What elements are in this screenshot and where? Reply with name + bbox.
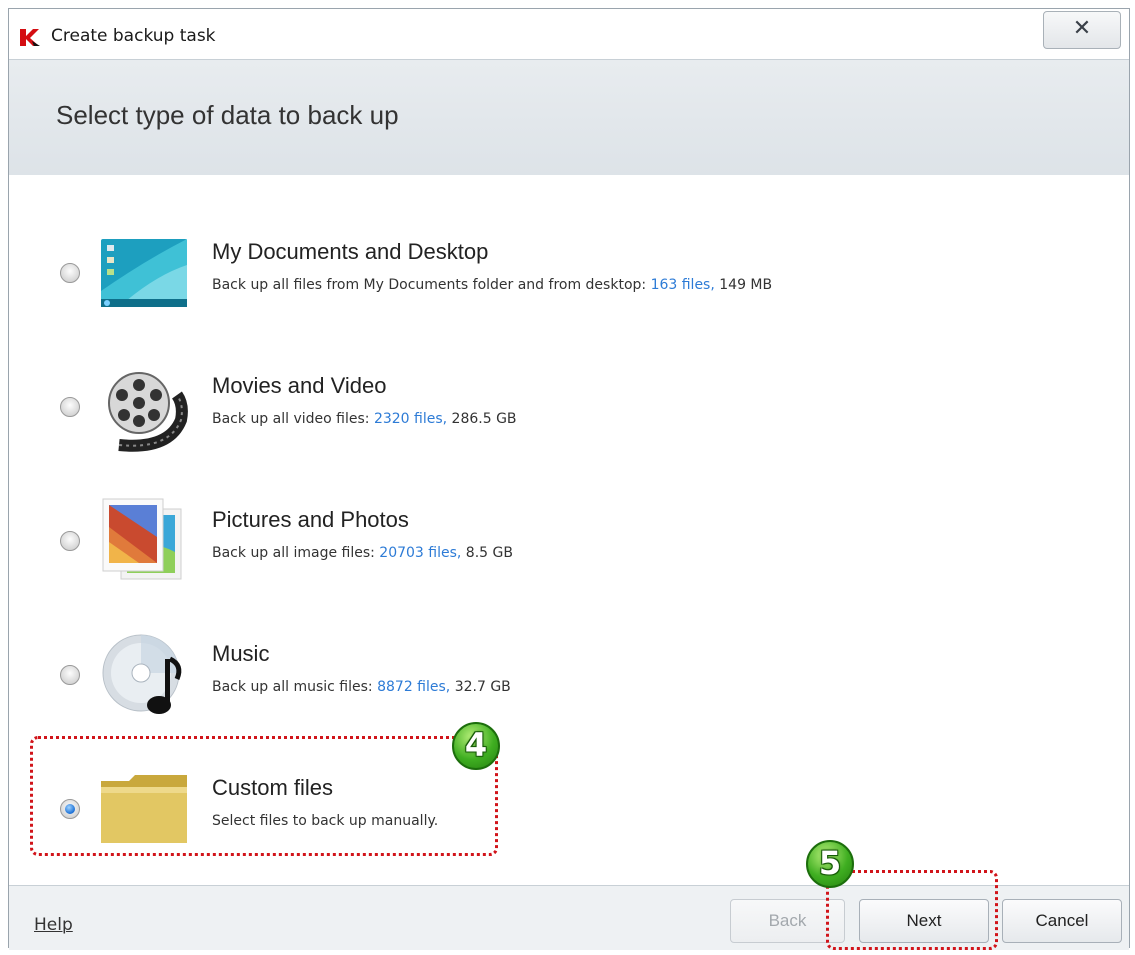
files-count-link[interactable]: 2320 files, — [374, 411, 447, 427]
window-title: Create backup task — [51, 26, 216, 46]
help-link[interactable]: Help — [34, 915, 73, 935]
option-description: Back up all files from My Documents fold… — [212, 277, 772, 293]
music-cd-icon — [102, 634, 182, 714]
option-title: Movies and Video — [212, 373, 387, 398]
radio-music[interactable] — [60, 665, 80, 685]
kaspersky-logo-icon — [20, 29, 40, 46]
option-title: Music — [212, 641, 270, 666]
option-music[interactable]: Music Back up all music files: 8872 file… — [9, 619, 1129, 739]
film-reel-icon — [108, 372, 188, 452]
option-my-documents[interactable]: My Documents and Desktop Back up all fil… — [9, 217, 1129, 337]
close-button[interactable]: ✕ — [1043, 11, 1121, 49]
radio-movies[interactable] — [60, 397, 80, 417]
option-movies[interactable]: Movies and Video Back up all video files… — [9, 351, 1129, 471]
option-title: Pictures and Photos — [212, 507, 409, 532]
size-text: 32.7 GB — [450, 679, 511, 695]
radio-my-documents[interactable] — [60, 263, 80, 283]
files-count-link[interactable]: 20703 files, — [379, 545, 461, 561]
size-text: 8.5 GB — [461, 545, 513, 561]
description-text: Back up all files from My Documents fold… — [212, 277, 651, 293]
size-text: 286.5 GB — [447, 411, 517, 427]
option-pictures[interactable]: Pictures and Photos Back up all image fi… — [9, 485, 1129, 605]
size-text: 149 MB — [714, 277, 773, 293]
option-description: Back up all video files: 2320 files, 286… — [212, 411, 517, 427]
title-bar: Create backup task ✕ — [9, 9, 1129, 59]
step5-badge: 5 — [806, 840, 854, 888]
cancel-button[interactable]: Cancel — [1002, 899, 1122, 943]
page-title: Select type of data to back up — [56, 100, 399, 130]
description-text: Back up all music files: — [212, 679, 378, 695]
option-description: Back up all music files: 8872 files, 32.… — [212, 679, 511, 695]
desktop-icon — [101, 239, 187, 307]
pictures-icon — [102, 498, 182, 580]
step4-badge: 4 — [452, 722, 500, 770]
files-count-link[interactable]: 8872 files, — [377, 679, 450, 695]
option-description: Back up all image files: 20703 files, 8.… — [212, 545, 513, 561]
radio-pictures[interactable] — [60, 531, 80, 551]
files-count-link[interactable]: 163 files, — [651, 277, 715, 293]
description-text: Back up all video files: — [212, 411, 374, 427]
wizard-header: Select type of data to back up — [9, 59, 1129, 176]
step5-highlight — [826, 870, 998, 950]
option-title: My Documents and Desktop — [212, 239, 489, 264]
description-text: Back up all image files: — [212, 545, 380, 561]
step4-highlight — [30, 736, 498, 856]
